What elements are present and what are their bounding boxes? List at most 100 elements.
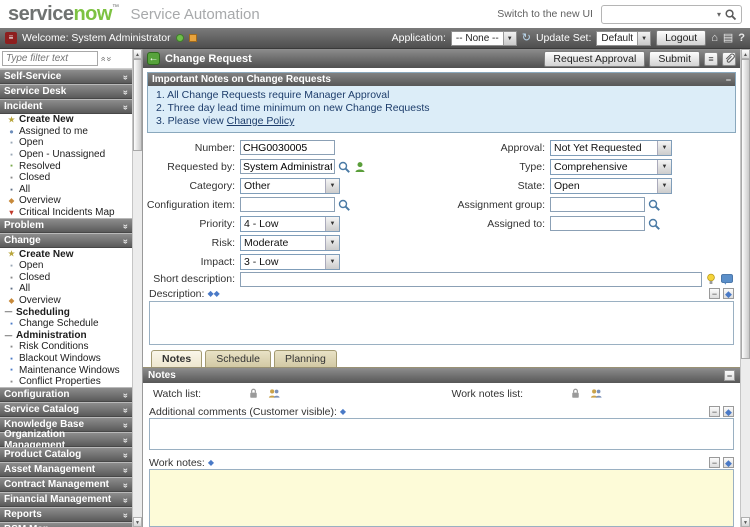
sidebar-item-change-schedule[interactable]: ▪ Change Schedule bbox=[0, 318, 132, 330]
sidebar-item-critical-incidents-map[interactable]: ▼ Critical Incidents Map bbox=[0, 207, 132, 219]
sidebar-section-configuration[interactable]: Configuration » bbox=[0, 387, 132, 403]
additional-comments-textarea[interactable] bbox=[149, 418, 734, 450]
filter-input[interactable] bbox=[2, 51, 98, 66]
assignment-group-input[interactable] bbox=[550, 197, 645, 212]
reference-lookup-icon[interactable] bbox=[337, 198, 351, 212]
main-scrollbar[interactable]: ▲ ▼ bbox=[740, 49, 750, 527]
submit-button[interactable]: Submit bbox=[649, 50, 700, 67]
sidebar-item-change-closed[interactable]: ▪ Closed bbox=[0, 272, 132, 284]
home-icon[interactable]: ⌂ bbox=[711, 32, 718, 44]
group-icon[interactable] bbox=[267, 387, 281, 401]
reference-lookup-icon[interactable] bbox=[337, 160, 351, 174]
description-textarea[interactable] bbox=[149, 300, 734, 346]
sidebar-item-incident-closed[interactable]: ▪ Closed bbox=[0, 172, 132, 184]
scrollbar-thumb[interactable] bbox=[133, 59, 142, 151]
double-chevron-icon[interactable]: » bbox=[121, 89, 131, 93]
sidebar-item-conflict-properties[interactable]: ▪ Conflict Properties bbox=[0, 376, 132, 388]
double-chevron-icon[interactable]: » bbox=[121, 513, 131, 517]
scroll-up-icon[interactable]: ▲ bbox=[133, 49, 142, 59]
sidebar-item-change-create-new[interactable]: ★ Create New bbox=[0, 248, 132, 260]
reference-lookup-icon[interactable] bbox=[647, 198, 661, 212]
scrollbar-thumb[interactable] bbox=[741, 59, 750, 359]
tab-notes[interactable]: Notes bbox=[151, 350, 203, 368]
apps-grid-icon[interactable]: ≡ bbox=[5, 32, 17, 44]
sidebar-section-financial-management[interactable]: Financial Management » bbox=[0, 492, 132, 508]
double-chevron-icon[interactable]: » bbox=[121, 239, 131, 243]
priority-select[interactable]: 4 - Low ▼ bbox=[240, 215, 340, 232]
category-select[interactable]: Other ▼ bbox=[240, 177, 340, 194]
double-chevron-icon[interactable]: » bbox=[121, 104, 131, 108]
group-icon[interactable] bbox=[589, 387, 603, 401]
sidebar-section-change[interactable]: Change » bbox=[0, 233, 132, 249]
search-caret-icon[interactable]: ▾ bbox=[717, 10, 721, 19]
requested-by-input[interactable] bbox=[240, 159, 335, 174]
scroll-down-icon[interactable]: ▼ bbox=[741, 517, 750, 527]
sidebar-item-maintenance-windows[interactable]: ▪ Maintenance Windows bbox=[0, 364, 132, 376]
switch-ui-link[interactable]: Switch to the new UI bbox=[497, 8, 593, 20]
change-policy-link[interactable]: Change Policy bbox=[227, 115, 295, 127]
sidebar-section-asset-management[interactable]: Asset Management » bbox=[0, 462, 132, 478]
scroll-down-icon[interactable]: ▼ bbox=[133, 517, 142, 527]
sidebar-section-service-desk[interactable]: Service Desk » bbox=[0, 84, 132, 99]
tab-schedule[interactable]: Schedule bbox=[205, 350, 271, 368]
sidebar-item-change-open[interactable]: ▪ Open bbox=[0, 260, 132, 272]
global-search-input[interactable] bbox=[605, 8, 714, 20]
sidebar-item-assigned-to-me[interactable]: ● Assigned to me bbox=[0, 126, 132, 138]
sidebar-item-incident-open[interactable]: ▪ Open bbox=[0, 137, 132, 149]
double-chevron-icon[interactable]: » bbox=[121, 453, 131, 457]
type-select[interactable]: Comprehensive ▼ bbox=[550, 158, 672, 175]
collapse-icon[interactable]: − bbox=[709, 457, 720, 469]
search-icon[interactable] bbox=[724, 8, 737, 21]
sidebar-item-change-all[interactable]: ▪ All bbox=[0, 283, 132, 295]
sidebar-section-contract-management[interactable]: Contract Management » bbox=[0, 477, 132, 493]
sidebar-item-resolved[interactable]: ▪ Resolved bbox=[0, 160, 132, 172]
sidebar-section-service-catalog[interactable]: Service Catalog » bbox=[0, 402, 132, 418]
tab-planning[interactable]: Planning bbox=[273, 350, 337, 368]
sidebar-section-organization-management[interactable]: Organization Management » bbox=[0, 429, 132, 451]
sidebar-item-incident-all[interactable]: ▪ All bbox=[0, 184, 132, 196]
sidebar-section-bsm-map[interactable]: BSM Map » bbox=[0, 522, 132, 527]
update-set-select[interactable]: Default ▼ bbox=[596, 30, 652, 46]
impact-select[interactable]: 3 - Low ▼ bbox=[240, 253, 340, 270]
double-chevron-icon[interactable]: » bbox=[121, 468, 131, 472]
knowledge-icon[interactable]: ◆ bbox=[340, 407, 346, 416]
knowledge-icon[interactable]: ◆ bbox=[208, 458, 214, 467]
number-input[interactable] bbox=[240, 140, 335, 155]
double-chevron-icon[interactable]: » bbox=[121, 393, 131, 397]
collapse-icon[interactable]: − bbox=[726, 75, 731, 85]
lock-icon[interactable] bbox=[247, 387, 261, 401]
double-chevron-icon[interactable]: » bbox=[121, 438, 131, 442]
lock-icon[interactable] bbox=[569, 387, 583, 401]
double-chevron-icon[interactable]: » bbox=[121, 498, 131, 502]
sidebar-item-blackout-windows[interactable]: ▪ Blackout Windows bbox=[0, 353, 132, 365]
impersonate-icon[interactable] bbox=[188, 34, 197, 42]
request-approval-button[interactable]: Request Approval bbox=[544, 50, 646, 67]
sidebar-section-self-service[interactable]: Self-Service » bbox=[0, 69, 132, 84]
user-preview-icon[interactable] bbox=[353, 160, 367, 174]
sidebar-scrollbar[interactable]: ▲ ▼ bbox=[132, 49, 142, 527]
assigned-to-input[interactable] bbox=[550, 216, 645, 231]
back-icon[interactable]: ← bbox=[147, 52, 160, 65]
help-icon[interactable]: ? bbox=[738, 32, 745, 44]
print-icon[interactable]: ▤ bbox=[723, 32, 733, 44]
short-description-input[interactable] bbox=[240, 271, 702, 287]
configuration-item-input[interactable] bbox=[240, 197, 335, 212]
approval-select[interactable]: Not Yet Requested ▼ bbox=[550, 139, 672, 156]
collapse-icon[interactable]: − bbox=[724, 370, 735, 382]
sidebar-item-change-overview[interactable]: ◆ Overview bbox=[0, 295, 132, 307]
work-notes-textarea[interactable] bbox=[149, 469, 734, 527]
double-chevron-icon[interactable]: » bbox=[121, 423, 131, 427]
global-search[interactable]: ▾ bbox=[600, 4, 742, 24]
sidebar-section-incident[interactable]: Incident » bbox=[0, 99, 132, 114]
context-menu-icon[interactable]: ≡ bbox=[704, 51, 718, 66]
double-chevron-icon[interactable]: » bbox=[121, 408, 131, 412]
double-chevron-icon[interactable]: » bbox=[121, 74, 131, 78]
application-select[interactable]: -- None -- ▼ bbox=[450, 30, 517, 46]
sidebar-section-reports[interactable]: Reports » bbox=[0, 507, 132, 523]
sidebar-section-problem[interactable]: Problem » bbox=[0, 218, 132, 234]
state-select[interactable]: Open ▼ bbox=[550, 177, 672, 194]
double-chevron-icon[interactable]: » bbox=[121, 483, 131, 487]
translate-icon[interactable] bbox=[720, 272, 734, 286]
expand-icon[interactable]: ◆ bbox=[723, 457, 734, 469]
suggestion-lightbulb-icon[interactable] bbox=[704, 272, 718, 286]
